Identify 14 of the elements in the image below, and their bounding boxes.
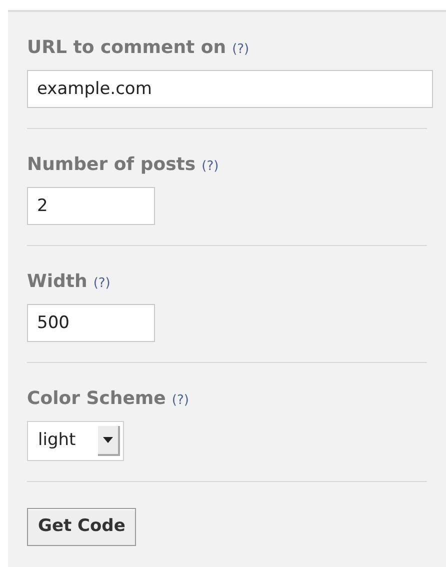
dropdown[interactable]: light: [27, 421, 124, 461]
help-link[interactable]: (?): [93, 274, 110, 294]
help-link[interactable]: (?): [202, 157, 219, 176]
field-label: URL to comment on: [27, 36, 226, 60]
input-field[interactable]: 500: [27, 304, 155, 342]
input-field[interactable]: 2: [27, 187, 155, 225]
help-link[interactable]: (?): [232, 40, 250, 60]
caret-icon: [98, 426, 120, 456]
field-label: Color Scheme: [27, 387, 166, 411]
input-field[interactable]: example.com: [27, 70, 433, 108]
help-link[interactable]: (?): [172, 391, 189, 410]
get-code-button[interactable]: Get Code: [27, 508, 136, 546]
field-label: Number of posts: [27, 153, 196, 177]
field-label: Width: [27, 270, 88, 294]
